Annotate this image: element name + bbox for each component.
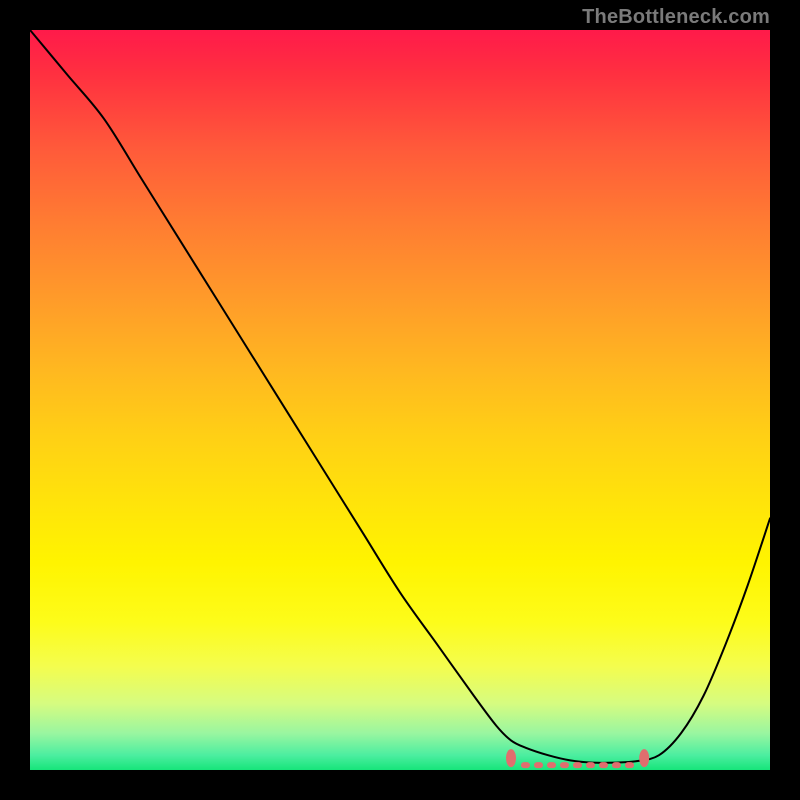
marker-dash <box>547 762 556 768</box>
watermark-text: TheBottleneck.com <box>582 6 770 29</box>
marker-left-oval <box>506 749 516 767</box>
marker-dash <box>612 762 621 768</box>
marker-dash <box>586 762 595 768</box>
marker-dash <box>625 762 634 768</box>
marker-dash <box>534 762 543 768</box>
marker-dash <box>560 762 569 768</box>
bottleneck-curve <box>30 30 770 763</box>
chart-svg <box>30 30 770 770</box>
marker-right-oval <box>639 749 649 767</box>
marker-dash <box>521 762 530 768</box>
marker-dash <box>573 762 582 768</box>
flat-region-marker-group <box>506 749 649 768</box>
marker-dash <box>599 762 608 768</box>
chart-frame: TheBottleneck.com <box>0 0 800 800</box>
plot-area <box>30 30 770 770</box>
